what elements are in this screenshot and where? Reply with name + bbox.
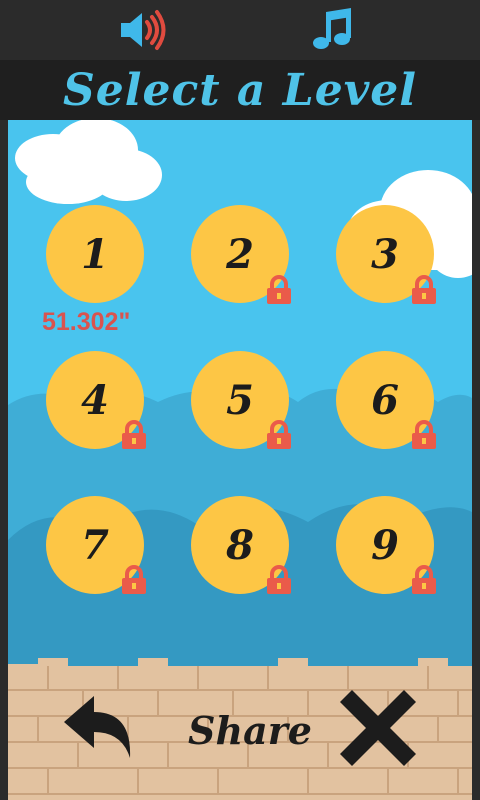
cloud-left xyxy=(15,120,162,204)
level-select-area: 1 51.302" 2 3 4 5 6 7 8 9 Share xyxy=(8,120,472,800)
lock-icon xyxy=(267,420,291,449)
music-note-icon[interactable] xyxy=(308,8,358,52)
lock-icon xyxy=(267,565,291,594)
lock-icon xyxy=(122,565,146,594)
level-number: 1 xyxy=(81,231,109,278)
page-title: Select a Level xyxy=(63,65,417,116)
best-time: 51.302" xyxy=(42,308,131,336)
lock-icon xyxy=(122,420,146,449)
lock-icon xyxy=(412,420,436,449)
lock-icon xyxy=(267,275,291,304)
speaker-icon[interactable] xyxy=(118,8,168,52)
close-x-icon[interactable] xyxy=(338,688,418,768)
level-button-1[interactable]: 1 xyxy=(46,205,144,303)
back-arrow-icon[interactable] xyxy=(60,692,140,762)
top-bar xyxy=(0,0,480,60)
lock-icon xyxy=(412,565,436,594)
share-button[interactable]: Share xyxy=(180,704,320,758)
lock-icon xyxy=(412,275,436,304)
